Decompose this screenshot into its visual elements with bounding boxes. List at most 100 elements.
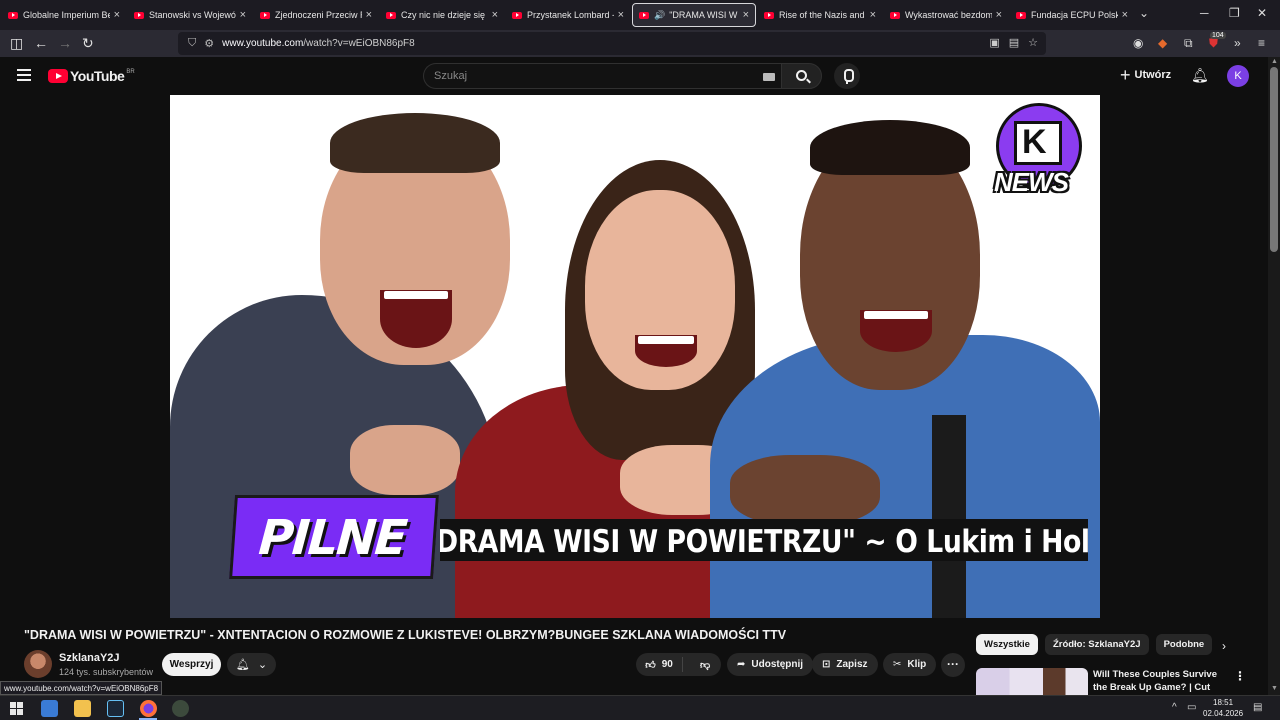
bell-icon: 🔔︎ — [235, 659, 250, 671]
close-tab-icon[interactable]: × — [618, 9, 624, 21]
browser-tab[interactable]: Zjednoczeni Przeciw Ras× — [254, 3, 378, 27]
youtube-favicon — [890, 11, 900, 19]
overflow-chevron-icon[interactable]: » — [1234, 36, 1241, 50]
video-player[interactable]: K NEWS DRAMA WISI W POWIETRZU" ~ O Lukim… — [170, 95, 1100, 618]
recommendation-more-icon[interactable]: ⋮ — [1234, 669, 1246, 683]
reader-view-icon[interactable]: ▤ — [1009, 36, 1019, 49]
bookmark-star-icon[interactable]: ☆ — [1028, 36, 1038, 49]
chevron-down-icon: ⌄ — [257, 659, 268, 671]
voice-search-mic-icon[interactable] — [834, 63, 860, 89]
close-tab-icon[interactable]: × — [240, 9, 246, 21]
tab-list-chevron-icon[interactable]: ⌄ — [1139, 6, 1149, 20]
reload-icon[interactable]: ↻ — [82, 35, 94, 51]
windows-start-icon[interactable] — [10, 702, 23, 715]
search-input[interactable]: Szukaj — [423, 63, 781, 89]
browser-tab[interactable]: Przystanek Lombard - Oc× — [506, 3, 630, 27]
browser-tab[interactable]: Fundacja ECPU Polska: ła× — [1010, 3, 1134, 27]
thumbnail-person-left-hand — [350, 425, 460, 495]
speaker-icon[interactable]: 🔊 — [654, 10, 665, 21]
permissions-icon[interactable]: ⚙ — [204, 37, 214, 50]
save-button[interactable]: ⊡ Zapisz — [812, 653, 878, 676]
taskbar-clock[interactable]: 18:51 02.04.2026 — [1203, 697, 1243, 719]
account-avatar[interactable]: K — [1227, 65, 1249, 87]
restore-icon[interactable]: ❐ — [1229, 6, 1240, 20]
youtube-favicon — [639, 11, 649, 19]
scissors-icon: ✂ — [893, 659, 902, 670]
scrollbar-thumb[interactable] — [1270, 67, 1278, 252]
guide-menu-icon[interactable] — [17, 69, 31, 81]
search-box: Szukaj — [423, 63, 822, 89]
search-button[interactable] — [781, 63, 822, 89]
youtube-logo[interactable]: YouTube BR — [48, 68, 135, 84]
scroll-up-arrow-icon[interactable]: ▲ — [1271, 58, 1278, 65]
youtube-play-icon — [48, 69, 68, 83]
extension-shield-icon[interactable]: ◉ — [1133, 36, 1143, 50]
browser-tab[interactable]: Rise of the Nazis and Ad× — [758, 3, 882, 27]
network-icon[interactable]: ▭ — [1187, 702, 1196, 713]
app-icon[interactable] — [172, 700, 189, 717]
notifications-bell-icon[interactable]: 🔔︎ — [1191, 67, 1209, 84]
keyboard-icon[interactable] — [763, 73, 775, 81]
extensions-puzzle-icon[interactable]: ⧉ — [1184, 36, 1193, 51]
picture-in-picture-icon[interactable]: ▣ — [989, 36, 999, 49]
firefox-icon[interactable] — [140, 700, 157, 717]
close-tab-icon[interactable]: × — [492, 9, 498, 21]
chip-from-channel[interactable]: Źródło: SzklanaY2J — [1044, 634, 1149, 655]
youtube-favicon — [386, 11, 396, 19]
forward-arrow-icon[interactable]: → — [58, 35, 72, 51]
scroll-down-arrow-icon[interactable]: ▼ — [1271, 685, 1278, 692]
recommendation-title[interactable]: Will These Couples Survive the Break Up … — [1093, 668, 1228, 694]
app-menu-icon[interactable]: ≡ — [1258, 36, 1265, 50]
tray-overflow-chevron-icon[interactable]: ^ — [1172, 702, 1177, 713]
create-button[interactable]: + Utwórz — [1120, 66, 1171, 84]
sidebar-toggle-icon[interactable]: ◫ — [10, 35, 23, 51]
thumbnail-urgent-badge: PILNE — [229, 495, 439, 579]
back-arrow-icon[interactable]: ← — [34, 35, 48, 51]
more-actions-icon[interactable]: ··· — [941, 653, 965, 677]
search-icon — [796, 70, 807, 81]
close-window-icon[interactable]: ✕ — [1257, 6, 1267, 20]
steam-icon[interactable] — [107, 700, 124, 717]
file-explorer-icon[interactable] — [74, 700, 91, 717]
chip-related[interactable]: Podobne — [1155, 634, 1213, 655]
close-tab-icon[interactable]: × — [1122, 9, 1128, 21]
notifications-icon[interactable]: ▤ — [1253, 702, 1262, 713]
k-logo-icon: K — [1022, 123, 1047, 161]
subscription-bell-button[interactable]: 🔔︎ ⌄ — [227, 653, 276, 676]
browser-tab[interactable]: Czy nic nie dzieje się prz× — [380, 3, 504, 27]
like-button[interactable]: 👍︎ 90 — [636, 657, 684, 672]
video-title: "DRAMA WISI W POWIETRZU" - XNTENTACION O… — [24, 628, 787, 642]
close-tab-icon[interactable]: × — [743, 9, 749, 21]
thumbnail-headline-strip: DRAMA WISI W POWIETRZU" ~ O Lukim i Hola… — [440, 519, 1088, 561]
recommendation-filter-chips: Wszystkie Źródło: SzklanaY2J Podobne — [976, 634, 1213, 655]
dislike-button[interactable]: 👎︎ — [689, 659, 721, 671]
browser-nav-bar: ◫ ← → ↻ ⛉ ⚙ www.youtube.com/watch?v=wEiO… — [0, 30, 1280, 57]
thumbnail-person-left-teeth — [384, 291, 448, 299]
chip-all[interactable]: Wszystkie — [976, 634, 1038, 655]
thumbnail-person-right-hand — [730, 455, 880, 525]
chevron-right-icon[interactable]: › — [1222, 639, 1226, 653]
support-button[interactable]: Wesprzyj — [162, 653, 221, 676]
browser-tab[interactable]: Globalne Imperium Bezk× — [2, 3, 126, 27]
channel-name[interactable]: SzklanaY2J — [59, 652, 120, 664]
browser-tab-active[interactable]: 🔊"DRAMA WISI W PO× — [632, 3, 756, 27]
browser-tab[interactable]: Wykastrować bezdomno× — [884, 3, 1008, 27]
recommendation-thumbnail[interactable] — [976, 668, 1088, 696]
minimize-icon[interactable]: ─ — [1200, 6, 1209, 20]
close-tab-icon[interactable]: × — [114, 9, 120, 21]
save-playlist-icon: ⊡ — [822, 659, 831, 670]
close-tab-icon[interactable]: × — [996, 9, 1002, 21]
page-scrollbar[interactable]: ▲ ▼ — [1268, 57, 1280, 697]
channel-avatar[interactable] — [24, 650, 52, 678]
close-tab-icon[interactable]: × — [870, 9, 876, 21]
url-bar[interactable]: ⛉ ⚙ www.youtube.com/watch?v=wEiOBN86pF8 … — [178, 32, 1046, 55]
share-button[interactable]: ➦ Udostępnij — [727, 653, 814, 676]
this-pc-icon[interactable] — [41, 700, 58, 717]
clip-button[interactable]: ✂ Klip — [883, 653, 937, 676]
browser-tab[interactable]: Stanowski vs Wojewódzk× — [128, 3, 252, 27]
shield-icon[interactable]: ⛉ — [188, 37, 196, 50]
close-tab-icon[interactable]: × — [366, 9, 372, 21]
thumbs-down-icon: 👎︎ — [699, 659, 711, 671]
channel-news-logo: K NEWS — [992, 103, 1086, 207]
extension-fox-icon[interactable]: ◆ — [1158, 36, 1167, 50]
